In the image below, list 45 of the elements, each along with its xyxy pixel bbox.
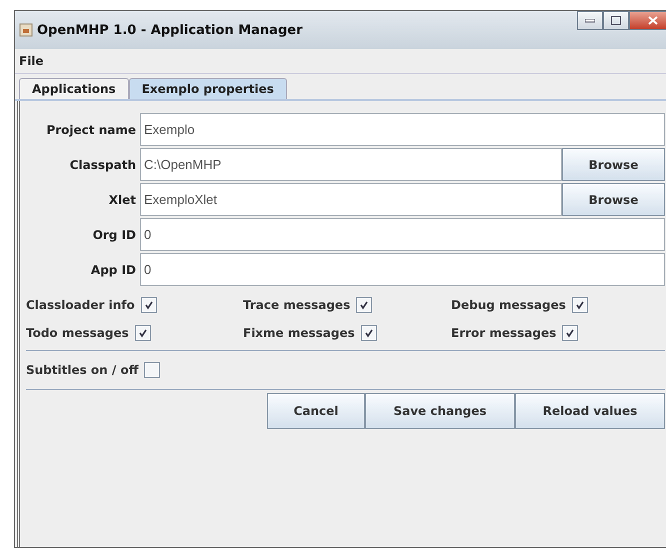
- checkbox-label: Subtitles on / off: [26, 363, 138, 377]
- input-field[interactable]: ExemploXlet: [140, 183, 562, 216]
- minimize-icon: [585, 18, 595, 22]
- input-field[interactable]: 0: [140, 253, 665, 286]
- field-label: App ID: [90, 262, 137, 278]
- checkbox-label: Classloader info: [26, 298, 135, 312]
- input-field[interactable]: 0: [140, 218, 665, 251]
- field-label: Project name: [45, 122, 137, 139]
- checkbox[interactable]: [562, 325, 578, 341]
- field-label: Org ID: [92, 226, 137, 244]
- checkbox[interactable]: [134, 325, 151, 341]
- browse-button[interactable]: Browse: [562, 183, 665, 216]
- checkbox[interactable]: [140, 297, 157, 313]
- field-label: Classpath: [68, 156, 137, 174]
- minimize-button[interactable]: [577, 11, 603, 30]
- checkbox-label: Error messages: [451, 326, 556, 340]
- checkmark-icon: [359, 300, 370, 310]
- checkbox[interactable]: [572, 297, 588, 313]
- menu-item[interactable]: File: [19, 54, 44, 68]
- checkmark-icon: [144, 300, 154, 310]
- checkmark-icon: [565, 328, 576, 338]
- action-button[interactable]: Cancel: [267, 393, 365, 429]
- action-button[interactable]: Save changes: [365, 393, 515, 429]
- input-field[interactable]: C:\OpenMHP: [140, 148, 562, 181]
- tab[interactable]: Applications: [19, 78, 129, 99]
- maximize-button[interactable]: [603, 11, 629, 30]
- checkmark-icon: [364, 328, 374, 338]
- action-button[interactable]: Reload values: [515, 393, 665, 429]
- checkbox[interactable]: [356, 297, 372, 313]
- checkbox-label: Todo messages: [26, 326, 129, 340]
- checkbox[interactable]: [144, 362, 160, 378]
- tab[interactable]: Exemplo properties: [128, 78, 287, 99]
- checkmark-icon: [574, 300, 585, 310]
- checkbox-label: Fixme messages: [243, 326, 355, 340]
- checkbox-label: Debug messages: [451, 298, 566, 312]
- checkbox[interactable]: [360, 325, 377, 341]
- close-icon: [648, 16, 658, 25]
- close-button[interactable]: [629, 11, 666, 30]
- field-label: Xlet: [108, 192, 137, 208]
- maximize-icon: [611, 16, 621, 25]
- browse-button[interactable]: Browse: [562, 148, 665, 181]
- checkbox-label: Trace messages: [243, 298, 350, 312]
- window-title: OpenMHP 1.0 - Application Manager: [37, 22, 302, 38]
- input-field[interactable]: Exemplo: [140, 113, 665, 146]
- checkmark-icon: [138, 328, 148, 338]
